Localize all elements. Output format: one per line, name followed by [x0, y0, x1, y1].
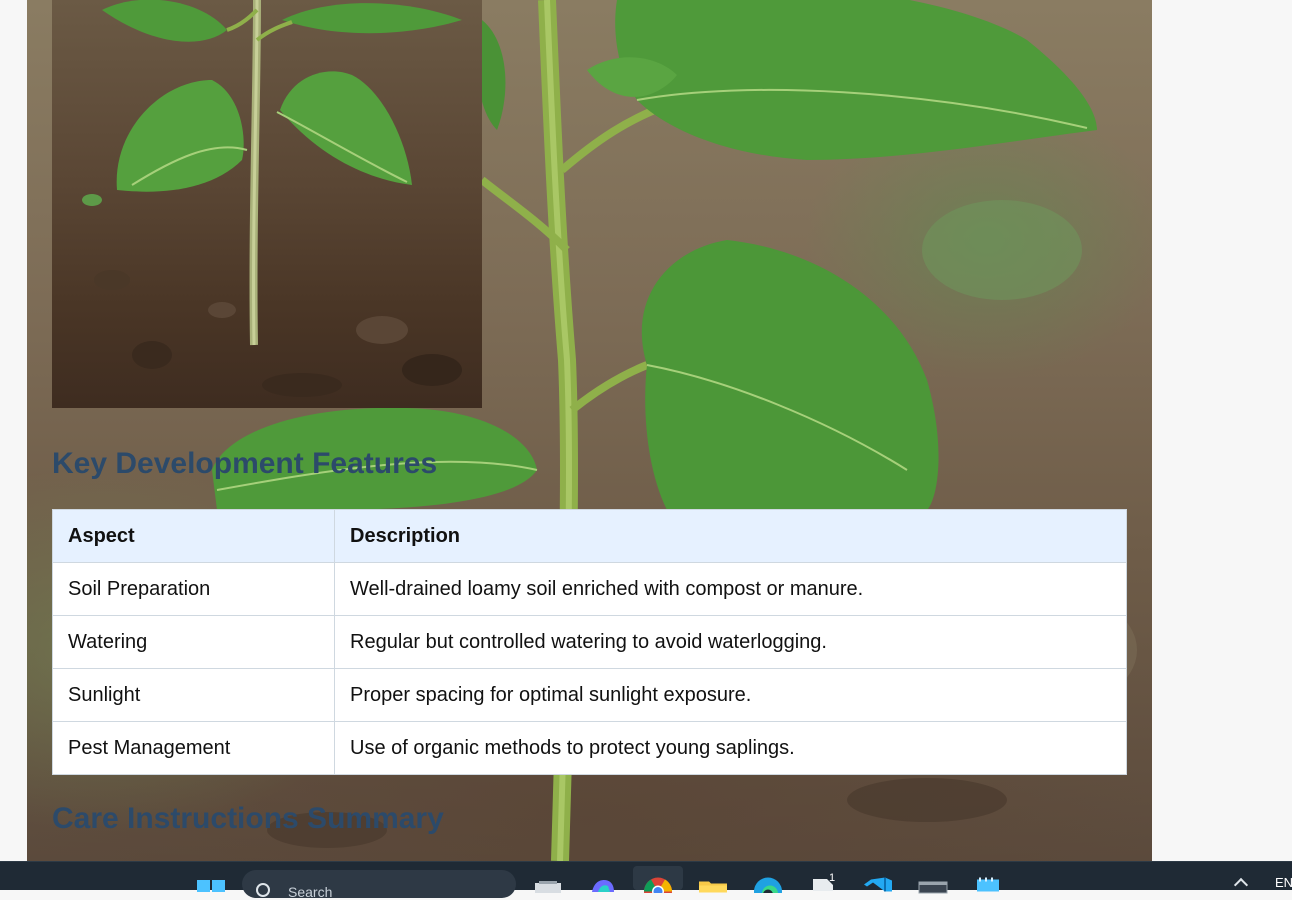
aspect-cell: Soil Preparation — [52, 562, 335, 616]
table-row: Sunlight Proper spacing for optimal sunl… — [52, 668, 1127, 722]
aspect-cell: Watering — [52, 615, 335, 669]
taskbar-search-box[interactable]: Search — [242, 870, 516, 900]
description-cell: Use of organic methods to protect young … — [334, 721, 1127, 775]
show-hidden-icons-chevron-icon[interactable] — [1233, 877, 1249, 893]
table-row: Soil Preparation Well-drained loamy soil… — [52, 562, 1127, 616]
page-content: Key Development Features Aspect Descript… — [27, 0, 1152, 861]
terminal-icon[interactable] — [918, 878, 948, 896]
search-placeholder: Search — [288, 884, 333, 900]
table-row: Watering Regular but controlled watering… — [52, 615, 1127, 669]
notification-badge: 1 — [829, 872, 836, 884]
column-header-description: Description — [334, 509, 1127, 563]
sapling-photo — [52, 0, 482, 408]
vscode-icon[interactable] — [863, 875, 893, 893]
aspect-cell: Pest Management — [52, 721, 335, 775]
windows-start-icon[interactable] — [197, 876, 227, 894]
taskbar: Search 1 EN — [0, 861, 1292, 900]
file-icon[interactable] — [811, 874, 841, 892]
description-cell: Well-drained loamy soil enriched with co… — [334, 562, 1127, 616]
table-row: Pest Management Use of organic methods t… — [52, 721, 1127, 775]
care-summary-heading: Care Instructions Summary — [52, 802, 444, 835]
task-view-icon[interactable] — [533, 878, 563, 896]
notepad-icon[interactable] — [973, 875, 1003, 893]
language-indicator[interactable]: EN — [1275, 875, 1292, 890]
sapling-illustration — [82, 0, 462, 397]
file-explorer-icon[interactable] — [698, 877, 728, 895]
table-header-row: Aspect Description — [52, 509, 1127, 563]
description-cell: Proper spacing for optimal sunlight expo… — [334, 668, 1127, 722]
search-icon — [256, 883, 270, 897]
chrome-icon[interactable] — [643, 875, 673, 893]
development-features-table: Aspect Description Soil Preparation Well… — [52, 509, 1127, 775]
aspect-cell: Sunlight — [52, 668, 335, 722]
copilot-icon[interactable] — [588, 876, 618, 894]
description-cell: Regular but controlled watering to avoid… — [334, 615, 1127, 669]
edge-icon[interactable] — [753, 875, 783, 893]
key-features-heading: Key Development Features — [52, 447, 438, 480]
column-header-aspect: Aspect — [52, 509, 335, 563]
